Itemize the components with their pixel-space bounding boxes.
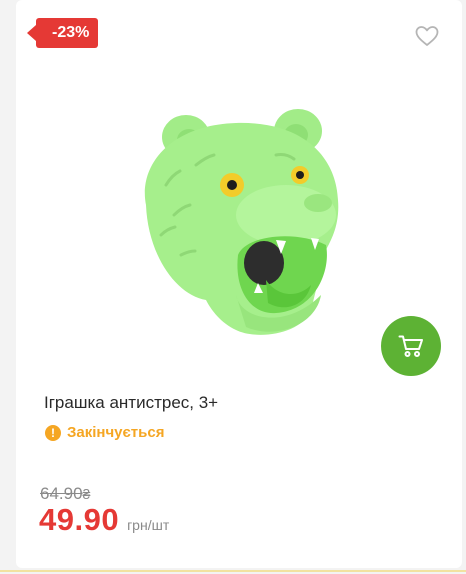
bear-head-toy-image <box>144 109 339 335</box>
old-price-value: 64.90 <box>40 484 83 503</box>
price-unit: грн/шт <box>127 517 170 533</box>
add-to-cart-button[interactable] <box>381 316 441 376</box>
current-price: 49.90 <box>39 502 120 537</box>
discount-badge: -23% <box>26 18 99 48</box>
stock-status-text: Закінчується <box>67 424 165 441</box>
stock-status: ! Закінчується <box>45 424 164 441</box>
shopping-cart-icon <box>398 335 423 357</box>
product-title[interactable]: Іграшка антистрес, 3+ <box>44 393 218 413</box>
price-row: 49.90 грн/шт <box>39 502 169 538</box>
favorite-button[interactable] <box>414 24 440 48</box>
card-divider <box>0 570 466 572</box>
heart-outline-icon <box>415 26 439 46</box>
warning-circle-icon: ! <box>45 424 61 441</box>
old-price-currency: ₴ <box>82 486 91 502</box>
old-price: 64.90₴ <box>40 484 90 504</box>
product-image[interactable] <box>126 95 351 345</box>
